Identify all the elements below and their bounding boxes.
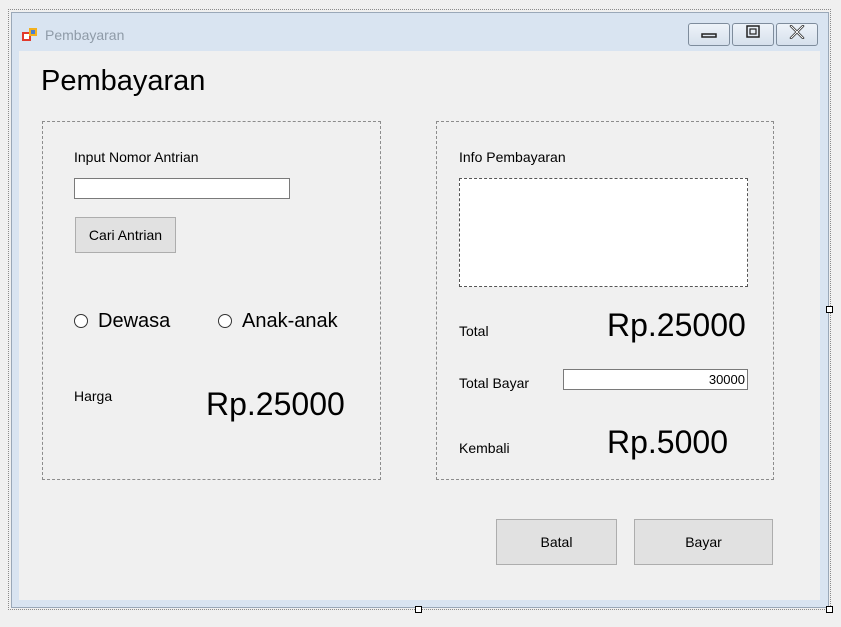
total-paid-input[interactable]	[563, 369, 748, 390]
input-panel: Input Nomor Antrian Cari Antrian Dewasa …	[42, 121, 381, 480]
minimize-button[interactable]	[688, 23, 730, 46]
close-icon	[788, 24, 806, 44]
total-label: Total	[459, 323, 489, 339]
minimize-icon	[701, 26, 717, 44]
adult-radio-label[interactable]: Dewasa	[98, 310, 170, 333]
window-title: Pembayaran	[45, 27, 125, 43]
resize-handle-right[interactable]	[826, 306, 833, 313]
queue-number-label: Input Nomor Antrian	[74, 149, 199, 165]
resize-handle-corner[interactable]	[826, 606, 833, 613]
price-value: Rp.25000	[206, 386, 345, 422]
app-icon	[22, 27, 38, 43]
child-radio-label[interactable]: Anak-anak	[242, 310, 338, 333]
payment-info-label: Info Pembayaran	[459, 149, 566, 165]
price-label: Harga	[74, 388, 113, 404]
search-queue-button[interactable]: Cari Antrian	[75, 217, 176, 253]
close-button[interactable]	[776, 23, 818, 46]
resize-handle-bottom[interactable]	[415, 606, 422, 613]
title-bar[interactable]: Pembayaran	[12, 13, 828, 51]
cancel-button[interactable]: Batal	[496, 519, 617, 565]
change-label: Kembali	[459, 440, 510, 456]
page-title: Pembayaran	[41, 65, 206, 97]
total-paid-label: Total Bayar	[459, 375, 530, 391]
payment-info-panel: Info Pembayaran Total Rp.25000 Total Bay…	[436, 121, 774, 480]
child-radio-circle[interactable]	[218, 314, 232, 328]
payment-info-box[interactable]	[459, 178, 748, 287]
pay-button[interactable]: Bayar	[634, 519, 773, 565]
adult-radio-circle[interactable]	[74, 314, 88, 328]
queue-number-input[interactable]	[74, 178, 290, 199]
change-value: Rp.5000	[607, 424, 728, 460]
total-value: Rp.25000	[607, 307, 746, 343]
form-client-area: Pembayaran Input Nomor Antrian Cari Antr…	[19, 51, 820, 600]
maximize-icon	[745, 25, 761, 44]
form-window: Pembayaran Pembayaran Input Nomor Antria…	[11, 12, 829, 608]
maximize-button[interactable]	[732, 23, 774, 46]
